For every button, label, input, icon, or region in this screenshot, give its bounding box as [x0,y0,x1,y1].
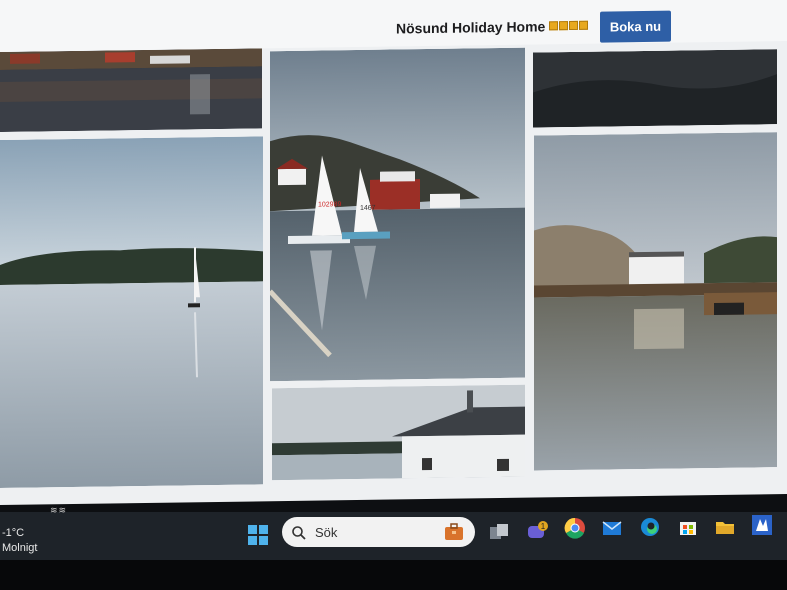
star-icon [579,20,588,30]
photo-rocky-shore[interactable] [534,132,777,471]
chrome-icon[interactable] [563,516,587,540]
photo-harbor-reflection[interactable] [0,48,262,132]
search-icon [291,525,307,541]
star-icon [559,21,568,31]
star-icon [549,21,558,31]
photo-sailboats-harbor[interactable]: 102989 1467 [270,47,525,382]
sail-number-1: 102989 [318,201,341,208]
folder-icon[interactable] [714,516,736,538]
photo-sailboat-bay[interactable] [0,136,263,489]
windows-start-icon[interactable] [247,524,269,546]
star-rating [549,20,588,31]
chat-icon[interactable]: 1 [526,521,548,543]
edge-icon[interactable] [639,516,661,538]
chat-badge: 1 [541,522,546,531]
sail-number-2: 1467 [360,205,376,212]
app-icon[interactable] [751,514,773,536]
search-placeholder: Sök [315,525,338,540]
monitor-bezel [0,560,787,590]
task-view-icon[interactable] [488,521,510,543]
photo-boathouse[interactable] [272,384,525,481]
book-now-button[interactable]: Boka nu [600,10,671,43]
weather-temperature[interactable]: -1°C [2,527,24,539]
mail-icon[interactable] [601,517,623,539]
briefcase-icon[interactable] [443,521,465,543]
weather-description[interactable]: Molnigt [2,542,37,554]
star-icon [569,20,578,31]
store-icon[interactable] [677,516,699,538]
photo-dark-landscape[interactable] [533,49,777,128]
weather-steam-icon: ≋≋ [50,505,68,515]
browser-screen: Nösund Holiday Home Boka nu 102989 1467 [0,0,787,506]
hotel-name: Nösund Holiday Home [396,18,546,37]
